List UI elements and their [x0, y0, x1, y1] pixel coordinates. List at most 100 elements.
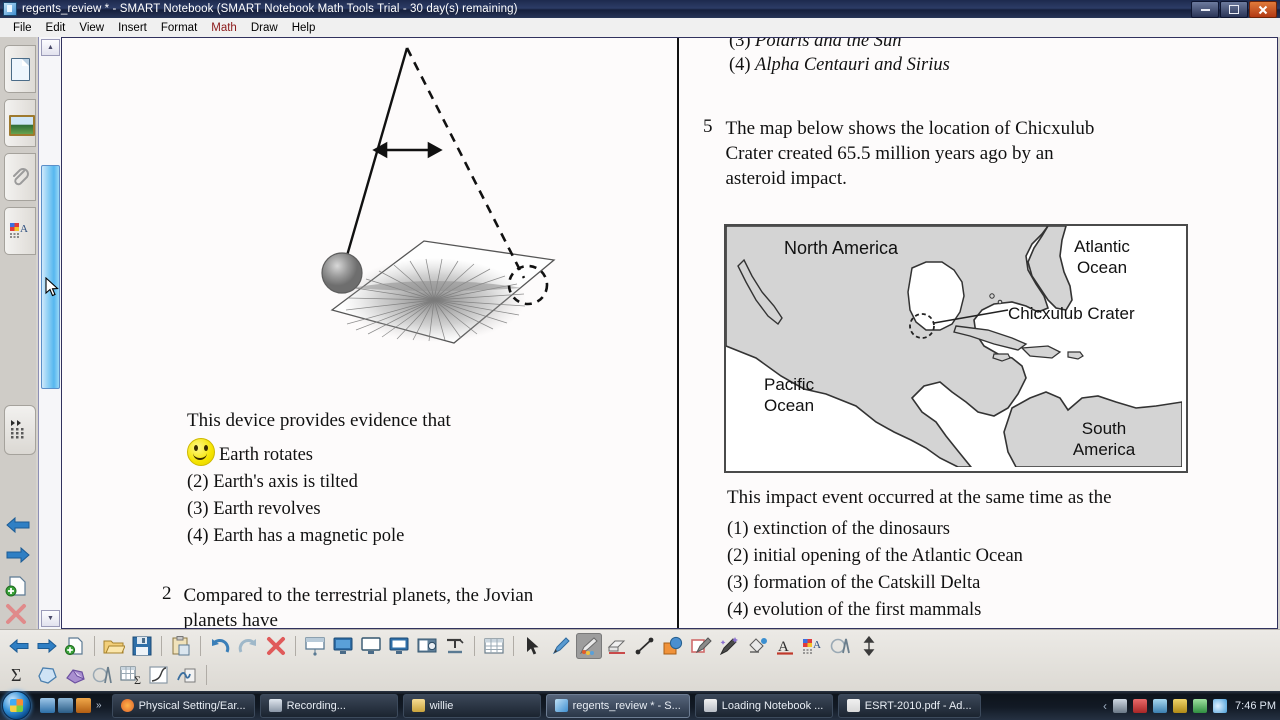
scroll-up-button[interactable]: ▲ [41, 39, 60, 56]
show-hide-screen-shade-button[interactable] [302, 633, 328, 659]
menu-help[interactable]: Help [285, 20, 323, 36]
pen-tool[interactable] [548, 633, 574, 659]
left-choice-4[interactable]: (4) Earth has a magnetic pole [187, 523, 404, 550]
fill-tool[interactable] [744, 633, 770, 659]
redo-button[interactable] [235, 633, 261, 659]
toolbar-separator [200, 636, 201, 656]
sidebar-item-gallery[interactable] [4, 99, 36, 147]
solid-shape-button[interactable] [62, 662, 88, 688]
compass-button[interactable] [90, 662, 116, 688]
switch-windows-icon[interactable] [58, 698, 73, 713]
tray-network-icon[interactable] [1113, 698, 1128, 713]
smiley-sticker[interactable] [187, 438, 215, 466]
sidebar-expand-panel[interactable] [4, 405, 36, 455]
sidebar-item-attachments[interactable] [4, 153, 36, 201]
forward-button[interactable] [34, 633, 60, 659]
sidebar-item-properties[interactable]: A [4, 207, 36, 255]
menu-format[interactable]: Format [154, 20, 204, 36]
screen-capture-button[interactable] [414, 633, 440, 659]
add-page-button[interactable] [62, 633, 88, 659]
tray-volume-icon[interactable] [1213, 698, 1228, 713]
full-screen-button[interactable] [330, 633, 356, 659]
shapes-tool[interactable] [660, 633, 686, 659]
magic-pen-tool[interactable] [716, 633, 742, 659]
paste-button[interactable] [168, 633, 194, 659]
handwriting-recognition-button[interactable] [174, 662, 200, 688]
properties-tool[interactable]: A [800, 633, 826, 659]
menu-edit[interactable]: Edit [39, 20, 73, 36]
tray-display-icon[interactable] [1153, 698, 1168, 713]
table-sum-button[interactable]: Σ [118, 662, 144, 688]
right-choice-1[interactable]: (1) extinction of the dinosaurs [727, 516, 1023, 543]
right-choice-2[interactable]: (2) initial opening of the Atlantic Ocea… [727, 543, 1023, 570]
open-button[interactable] [101, 633, 127, 659]
select-tool[interactable] [520, 633, 546, 659]
right-top-choice-4[interactable]: (4) Alpha Centauri and Sirius [729, 52, 950, 79]
lines-tool[interactable] [632, 633, 658, 659]
previous-page-button[interactable] [4, 515, 34, 540]
left-choice-2[interactable]: (2) Earth's axis is tilted [187, 469, 404, 496]
menu-view[interactable]: View [72, 20, 111, 36]
right-question-5: 5 The map below shows the location of Ch… [703, 116, 1196, 191]
insert-table-button[interactable] [481, 633, 507, 659]
undo-button[interactable] [207, 633, 233, 659]
scroll-down-button[interactable]: ▼ [41, 610, 60, 627]
menu-draw[interactable]: Draw [244, 20, 285, 36]
tray-expand-button[interactable]: ‹ [1103, 699, 1107, 713]
right-question-lead: This impact event occurred at the same t… [727, 487, 1112, 508]
dual-page-display-button[interactable] [386, 633, 412, 659]
sidebar-item-page-sorter[interactable] [4, 45, 36, 93]
task-button-firefox[interactable]: Physical Setting/Ear... [111, 693, 255, 718]
task-button-recording[interactable]: Recording... [259, 693, 398, 718]
tray-antivirus-icon[interactable] [1133, 698, 1148, 713]
irregular-polygon-button[interactable] [34, 662, 60, 688]
start-orb[interactable] [2, 691, 31, 720]
media-player-icon[interactable] [76, 698, 91, 713]
task-button-regents-review[interactable]: regents_review * - S... [545, 693, 690, 718]
task-button-willie[interactable]: willie [402, 693, 541, 718]
task-button-esrt-pdf[interactable]: ESRT-2010.pdf - Ad... [837, 693, 981, 718]
move-toolbar-button[interactable] [856, 633, 882, 659]
restore-button[interactable] [1220, 1, 1248, 18]
measurement-tool[interactable] [828, 633, 854, 659]
text-tool[interactable]: A [772, 633, 798, 659]
transparent-background-button[interactable] [358, 633, 384, 659]
left-choice-3[interactable]: (3) Earth revolves [187, 496, 404, 523]
delete-page-button[interactable] [4, 603, 34, 630]
tray-smart-icon[interactable] [1173, 698, 1188, 713]
save-button[interactable] [129, 633, 155, 659]
graph-button[interactable] [146, 662, 172, 688]
tray-sync-icon[interactable] [1193, 698, 1208, 713]
task-label: regents_review * - S... [572, 699, 681, 712]
bottom-toolbars: A A Σ Σ [0, 629, 1280, 692]
next-page-button[interactable] [4, 545, 34, 570]
svg-text:Σ: Σ [11, 665, 21, 685]
paperclip-icon [9, 166, 31, 188]
quick-launch-overflow[interactable]: » [96, 700, 102, 711]
properties-icon: A [9, 221, 31, 241]
minimize-button[interactable] [1191, 1, 1219, 18]
delete-button[interactable] [263, 633, 289, 659]
notebook-canvas[interactable]: This device provides evidence that Earth… [61, 37, 1278, 629]
show-desktop-icon[interactable] [40, 698, 55, 713]
left-choice-1[interactable]: Earth rotates [187, 438, 404, 469]
right-top-choice-3-marker: (3) [729, 37, 751, 51]
creative-pen-tool[interactable] [576, 633, 602, 659]
menu-insert[interactable]: Insert [111, 20, 154, 36]
equation-editor-button[interactable]: Σ [6, 662, 32, 688]
page-scrollbar[interactable]: ▲ ▼ [38, 37, 62, 629]
menu-math[interactable]: Math [204, 20, 244, 36]
right-choice-4[interactable]: (4) evolution of the first mammals [727, 597, 1023, 624]
menu-file[interactable]: File [6, 20, 39, 36]
document-camera-button[interactable] [442, 633, 468, 659]
close-button[interactable] [1249, 1, 1277, 18]
back-button[interactable] [6, 633, 32, 659]
add-page-button[interactable] [4, 575, 34, 602]
shape-pen-tool[interactable] [688, 633, 714, 659]
left-next-question-line1: Compared to the terrestrial planets, the… [183, 585, 534, 606]
right-choice-3[interactable]: (3) formation of the Catskill Delta [727, 570, 1023, 597]
task-button-loading-notebook[interactable]: Loading Notebook ... [694, 693, 833, 718]
toolbar-separator [206, 665, 207, 685]
eraser-tool[interactable] [604, 633, 630, 659]
taskbar-clock[interactable]: 7:46 PM [1235, 700, 1276, 712]
